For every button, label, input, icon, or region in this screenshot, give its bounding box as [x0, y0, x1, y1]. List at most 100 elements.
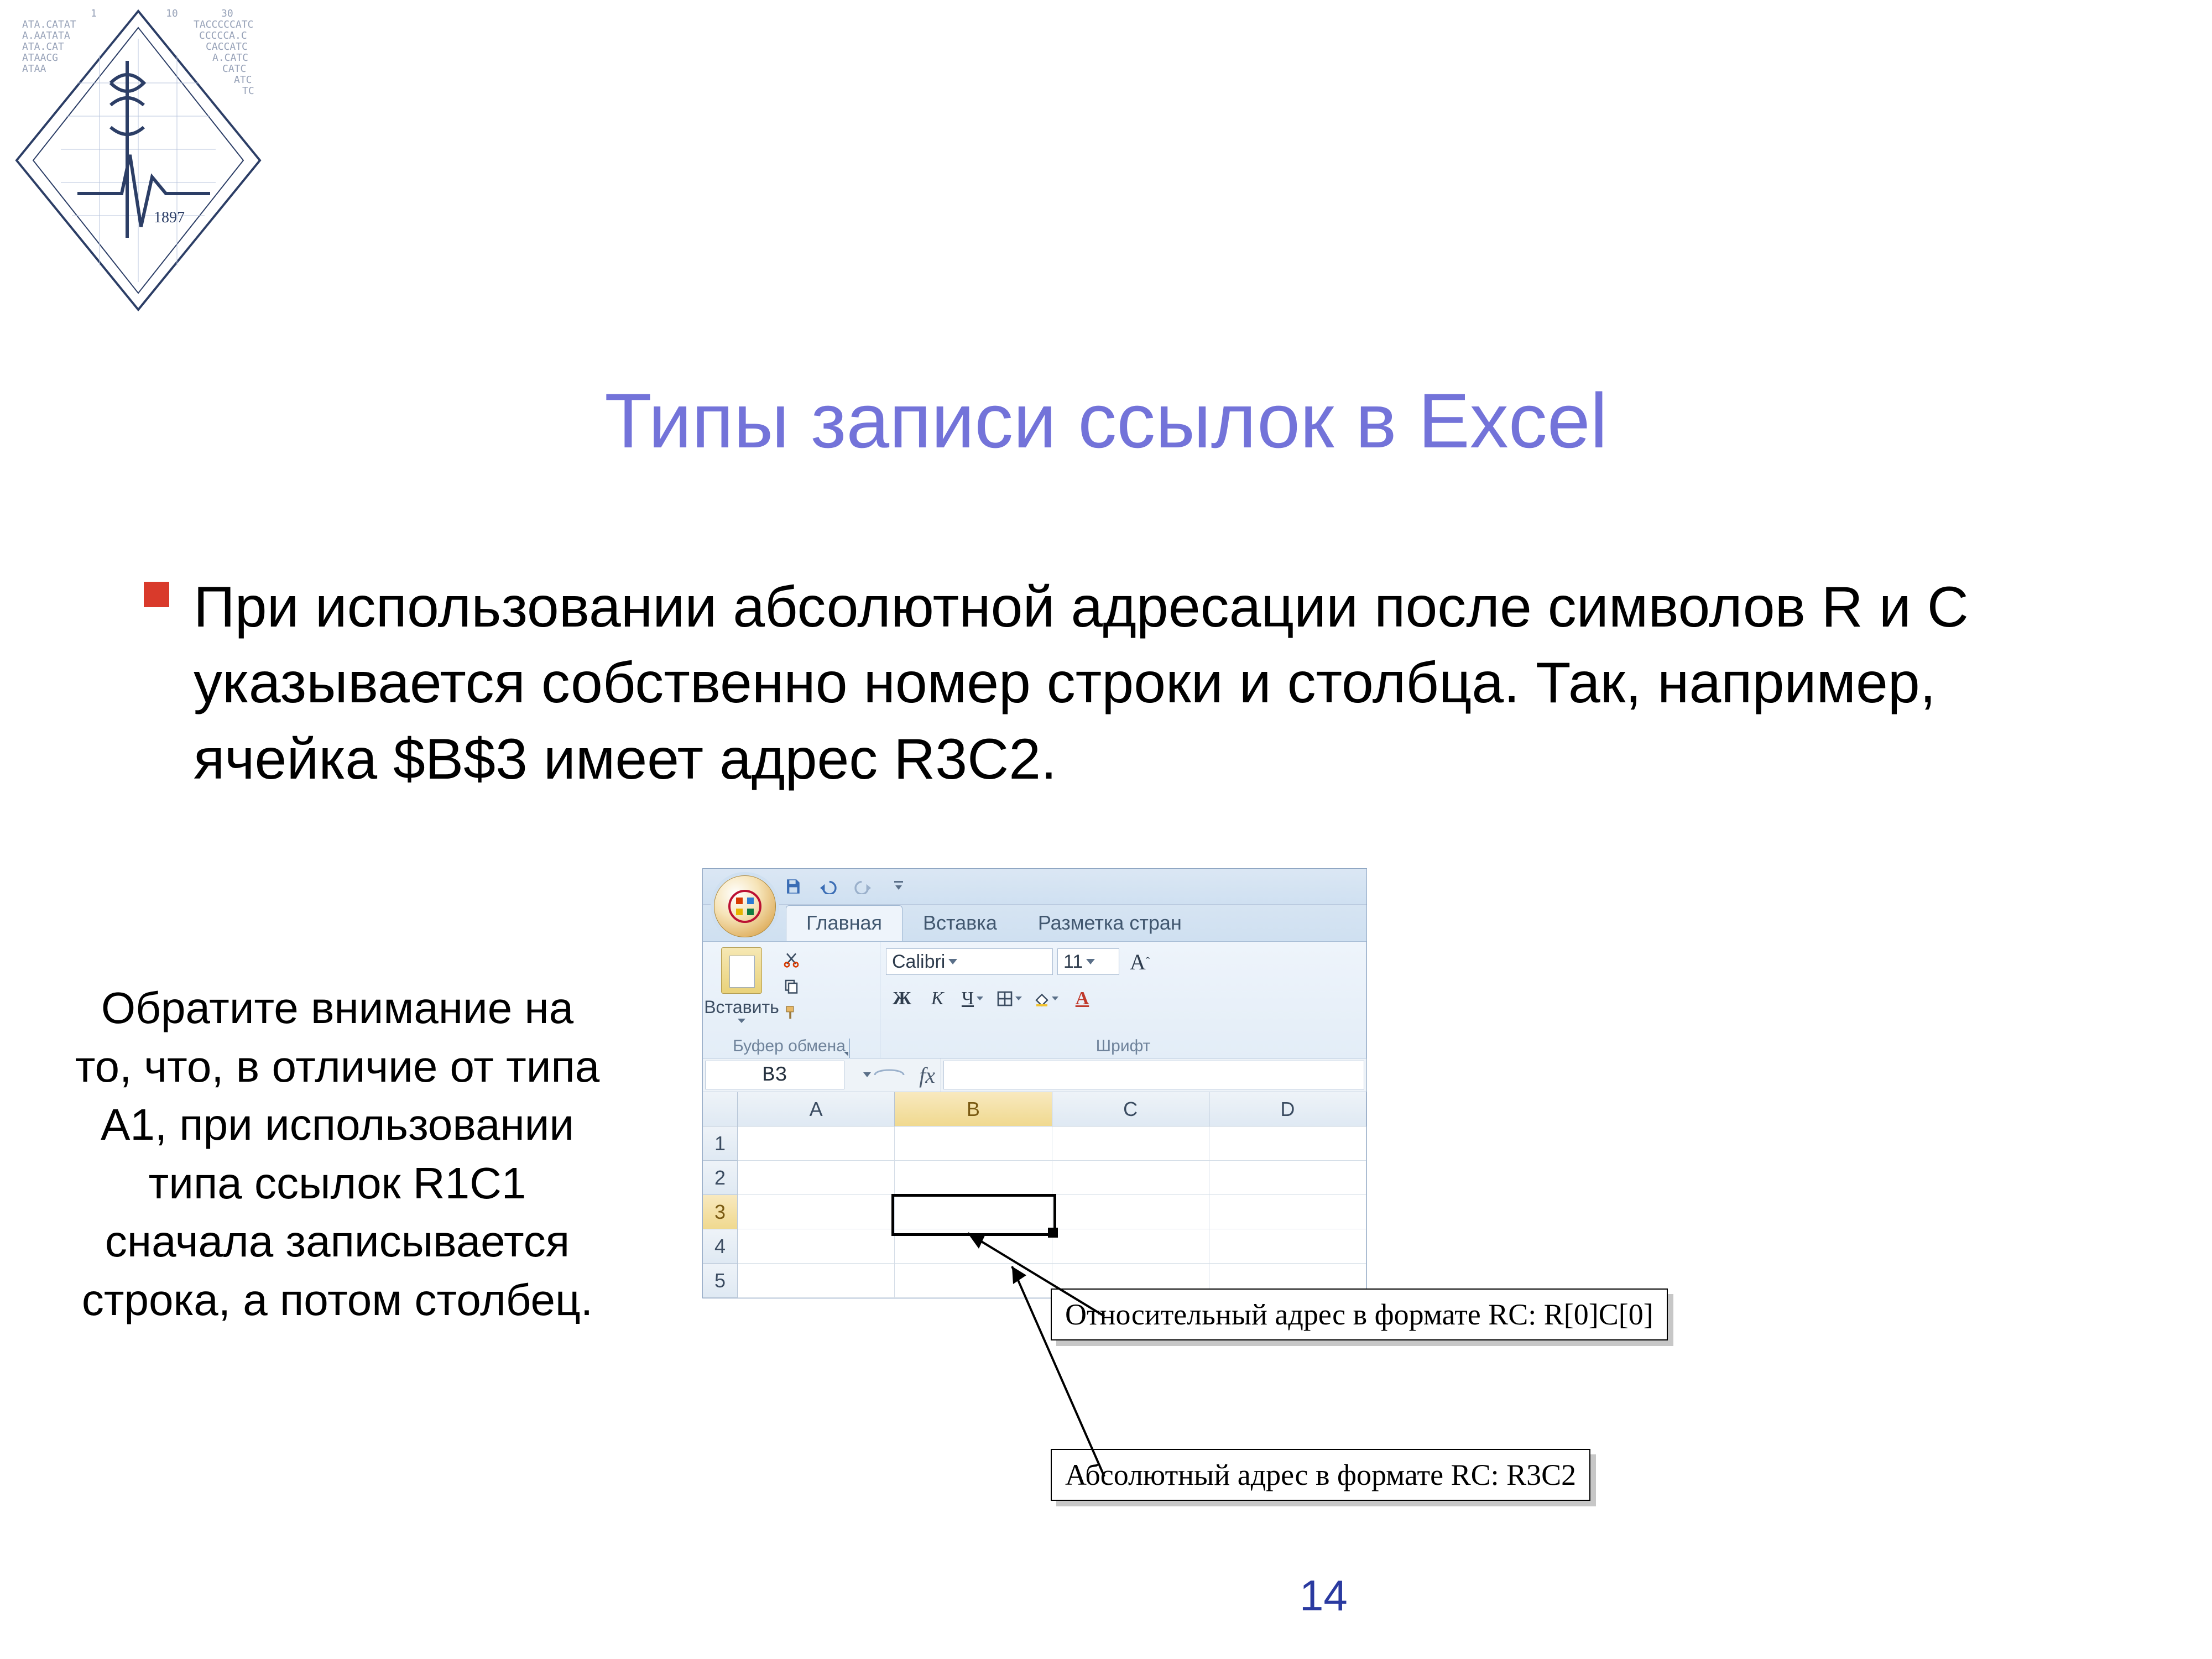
row-header-5[interactable]: 5	[703, 1264, 738, 1298]
cell-D2[interactable]	[1209, 1161, 1366, 1195]
callout-arrows	[0, 0, 2212, 1659]
font-name-value: Calibri	[892, 951, 945, 973]
cell-B4[interactable]	[895, 1229, 1052, 1264]
fx-icon[interactable]: fx	[919, 1062, 935, 1088]
save-icon[interactable]	[780, 874, 805, 899]
font-size-combo[interactable]: 11	[1057, 948, 1119, 975]
svg-text:A.AATATA: A.AATATA	[22, 30, 70, 41]
excel-screenshot: Главная Вставка Разметка стран Вставить	[702, 868, 1367, 1298]
svg-text:ATAACG: ATAACG	[22, 52, 58, 64]
ribbon: Вставить Буфер обмена	[703, 942, 1366, 1058]
svg-text:10: 10	[166, 8, 178, 19]
row-header-4[interactable]: 4	[703, 1229, 738, 1264]
svg-text:ATC: ATC	[234, 74, 252, 86]
svg-text:ATA.CATAT: ATA.CATAT	[22, 19, 76, 30]
university-logo: 1897 ATA.CATAT A.AATATA ATA.CAT ATAACG A…	[11, 6, 265, 315]
paste-icon	[721, 947, 762, 994]
cell-B5[interactable]	[895, 1264, 1052, 1298]
svg-text:30: 30	[221, 8, 233, 19]
col-header-D[interactable]: D	[1209, 1092, 1366, 1126]
cell-D3[interactable]	[1209, 1195, 1366, 1229]
svg-text:CACCATC: CACCATC	[206, 41, 248, 53]
cell-A5[interactable]	[738, 1264, 895, 1298]
copy-icon[interactable]	[780, 975, 802, 997]
italic-button[interactable]: К	[921, 986, 953, 1011]
selection-fill-handle[interactable]	[1048, 1228, 1058, 1238]
callout-absolute: Абсолютный адрес в формате RC: R3C2	[1051, 1449, 1590, 1501]
paste-label: Вставить	[704, 997, 779, 1018]
borders-button[interactable]	[992, 986, 1026, 1011]
row-header-1[interactable]: 1	[703, 1126, 738, 1161]
ribbon-group-clipboard: Вставить Буфер обмена	[703, 942, 880, 1058]
clipboard-dialog-launcher-icon[interactable]	[849, 1039, 850, 1058]
qat-more-icon[interactable]	[886, 874, 911, 899]
col-header-B[interactable]: B	[895, 1092, 1052, 1126]
svg-text:ATA.CAT: ATA.CAT	[22, 41, 64, 53]
namebox-dropdown-icon[interactable]	[862, 1068, 873, 1082]
grow-font-button[interactable]: Aˆ	[1124, 949, 1156, 974]
formula-expand-icon[interactable]	[873, 1064, 906, 1086]
redo-icon[interactable]	[851, 874, 875, 899]
svg-text:CATC: CATC	[222, 63, 246, 75]
font-name-combo[interactable]: Calibri	[886, 948, 1053, 975]
bold-button[interactable]: Ж	[886, 986, 918, 1011]
cell-A2[interactable]	[738, 1161, 895, 1195]
tab-layout[interactable]: Разметка стран	[1018, 905, 1202, 941]
format-painter-icon[interactable]	[780, 1001, 802, 1024]
tab-insert[interactable]: Вставка	[902, 905, 1018, 941]
row-header-3[interactable]: 3	[703, 1195, 738, 1229]
svg-text:A.CATC: A.CATC	[212, 52, 248, 64]
cell-B2[interactable]	[895, 1161, 1052, 1195]
formula-bar-row: B3 fx	[703, 1058, 1366, 1092]
cell-A3[interactable]	[738, 1195, 895, 1229]
main-bullet: При использовании абсолютной адресации п…	[144, 570, 1969, 797]
cell-A1[interactable]	[738, 1126, 895, 1161]
col-header-A[interactable]: A	[738, 1092, 895, 1126]
ribbon-group-font: Calibri 11 Aˆ Ж К Ч	[880, 942, 1366, 1058]
chevron-down-icon	[1086, 959, 1095, 964]
svg-text:CCCCCA.C: CCCCCA.C	[199, 30, 247, 41]
cut-icon[interactable]	[780, 948, 802, 971]
fill-color-button[interactable]	[1030, 986, 1063, 1011]
cell-C1[interactable]	[1052, 1126, 1209, 1161]
cell-D1[interactable]	[1209, 1126, 1366, 1161]
name-box[interactable]: B3	[705, 1061, 844, 1089]
paste-button[interactable]: Вставить	[708, 945, 775, 1024]
formula-bar-input[interactable]	[943, 1061, 1364, 1089]
slide-title: Типы записи ссылок в Excel	[0, 376, 2212, 466]
cell-B1[interactable]	[895, 1126, 1052, 1161]
excel-grid: A B C D 1 2 3 4	[703, 1092, 1366, 1298]
underline-label: Ч	[962, 988, 974, 1009]
cell-C4[interactable]	[1052, 1229, 1209, 1264]
row-header-2[interactable]: 2	[703, 1161, 738, 1195]
col-header-C[interactable]: C	[1052, 1092, 1209, 1126]
side-note: Обратите внимание на то, что, в отличие …	[72, 979, 603, 1329]
cell-C2[interactable]	[1052, 1161, 1209, 1195]
svg-text:TACCCCCATC: TACCCCCATC	[194, 19, 253, 30]
callout-relative: Относительный адрес в формате RC: R[0]C[…	[1051, 1288, 1668, 1340]
font-color-button[interactable]: A	[1066, 986, 1098, 1011]
ribbon-tabs: Главная Вставка Разметка стран	[703, 905, 1366, 942]
font-group-label: Шрифт	[1096, 1037, 1151, 1055]
cell-D4[interactable]	[1209, 1229, 1366, 1264]
svg-text:ATAA: ATAA	[22, 63, 46, 75]
cell-B3[interactable]	[895, 1195, 1052, 1229]
clipboard-group-label: Буфер обмена	[733, 1037, 846, 1055]
excel-titlebar	[703, 869, 1366, 905]
svg-text:TC: TC	[242, 85, 254, 97]
formula-bar-buttons: fx	[847, 1058, 941, 1092]
cell-C3[interactable]	[1052, 1195, 1209, 1229]
main-bullet-text: При использовании абсолютной адресации п…	[194, 570, 1969, 797]
underline-button[interactable]: Ч	[957, 986, 989, 1011]
grow-font-label: A	[1130, 949, 1146, 975]
svg-text:1: 1	[91, 8, 97, 19]
chevron-down-icon	[948, 959, 957, 964]
select-all-corner[interactable]	[703, 1092, 738, 1126]
font-size-value: 11	[1063, 951, 1083, 973]
undo-icon[interactable]	[816, 874, 840, 899]
tab-home[interactable]: Главная	[786, 905, 902, 941]
office-button[interactable]	[714, 875, 776, 937]
svg-text:1897: 1897	[154, 209, 185, 226]
cell-A4[interactable]	[738, 1229, 895, 1264]
bullet-icon	[144, 582, 169, 607]
